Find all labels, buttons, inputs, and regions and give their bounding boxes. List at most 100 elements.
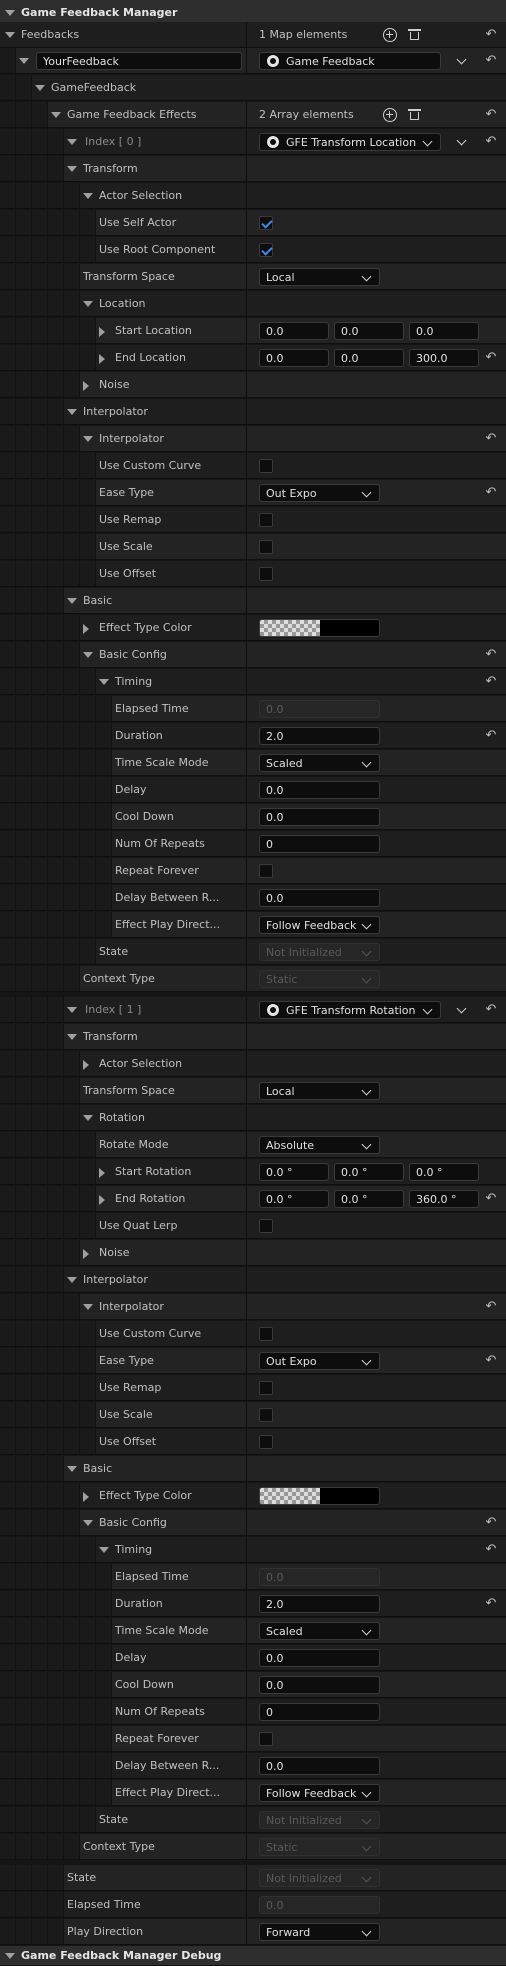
- expand-triangle-icon[interactable]: [67, 1466, 77, 1472]
- effect-asset-combo[interactable]: GFE Transform Rotation: [259, 1001, 441, 1019]
- expand-triangle-icon[interactable]: [99, 327, 105, 337]
- duration-field[interactable]: 2.0: [259, 1595, 380, 1613]
- use-custom-curve-checkbox[interactable]: [259, 1327, 273, 1341]
- reset-arrow-icon[interactable]: ↶: [484, 1300, 498, 1314]
- reset-arrow-icon[interactable]: ↶: [484, 351, 498, 365]
- trash-icon[interactable]: [408, 108, 421, 121]
- expand-triangle-icon[interactable]: [83, 1249, 89, 1259]
- reset-arrow-icon[interactable]: ↶: [484, 1003, 498, 1017]
- effect-asset-combo[interactable]: GFE Transform Location: [259, 133, 441, 151]
- expand-triangle-icon[interactable]: [67, 409, 77, 415]
- expand-triangle-icon[interactable]: [51, 112, 61, 118]
- reset-arrow-icon[interactable]: ↶: [484, 1192, 498, 1206]
- reset-arrow-icon[interactable]: ↶: [484, 108, 498, 122]
- use-custom-curve-checkbox[interactable]: [259, 459, 273, 473]
- use-scale-checkbox[interactable]: [259, 1408, 273, 1422]
- reset-arrow-icon[interactable]: ↶: [484, 28, 498, 42]
- start-rotation-x-field[interactable]: 0.0 °: [259, 1163, 329, 1181]
- rotate-mode-combo[interactable]: Absolute: [259, 1136, 380, 1154]
- end-rotation-y-field[interactable]: 0.0 °: [334, 1190, 404, 1208]
- time-scale-mode-combo[interactable]: Scaled: [259, 754, 380, 772]
- reset-arrow-icon[interactable]: ↶: [484, 675, 498, 689]
- expand-triangle-icon[interactable]: [99, 679, 109, 685]
- add-element-icon[interactable]: [383, 108, 397, 122]
- use-root-component-checkbox[interactable]: [259, 243, 273, 257]
- color-swatch[interactable]: [259, 1487, 380, 1505]
- use-remap-checkbox[interactable]: [259, 1381, 273, 1395]
- effect-play-direction-combo[interactable]: Follow Feedback: [259, 1784, 380, 1802]
- expand-triangle-icon[interactable]: [83, 1060, 89, 1070]
- section-header-debug[interactable]: Game Feedback Manager Debug: [0, 1946, 506, 1966]
- expand-triangle-icon[interactable]: [99, 1547, 109, 1553]
- start-location-x-field[interactable]: 0.0: [259, 322, 329, 340]
- use-scale-checkbox[interactable]: [259, 540, 273, 554]
- delay-field[interactable]: 0.0: [259, 1649, 380, 1667]
- expand-triangle-icon[interactable]: [83, 193, 93, 199]
- expand-triangle-icon[interactable]: [67, 166, 77, 172]
- delay-between-repeats-field[interactable]: 0.0: [259, 889, 380, 907]
- expand-triangle-icon[interactable]: [67, 1277, 77, 1283]
- expand-triangle-icon[interactable]: [83, 381, 89, 391]
- expand-triangle-icon[interactable]: [83, 1115, 93, 1121]
- expand-triangle-icon[interactable]: [67, 1034, 77, 1040]
- reset-arrow-icon[interactable]: ↶: [484, 1597, 498, 1611]
- play-direction-combo[interactable]: Forward: [259, 1923, 380, 1941]
- reset-arrow-icon[interactable]: ↶: [484, 648, 498, 662]
- cool-down-field[interactable]: 0.0: [259, 808, 380, 826]
- end-location-z-field[interactable]: 300.0: [409, 349, 479, 367]
- cool-down-field[interactable]: 0.0: [259, 1676, 380, 1694]
- use-offset-checkbox[interactable]: [259, 567, 273, 581]
- transform-space-combo[interactable]: Local: [259, 1082, 380, 1100]
- expand-triangle-icon[interactable]: [83, 1520, 93, 1526]
- expand-triangle-icon[interactable]: [5, 32, 15, 38]
- end-rotation-z-field[interactable]: 360.0 °: [409, 1190, 479, 1208]
- delay-field[interactable]: 0.0: [259, 781, 380, 799]
- expand-triangle-icon[interactable]: [83, 652, 93, 658]
- expand-triangle-icon[interactable]: [83, 1304, 93, 1310]
- expand-triangle-icon[interactable]: [5, 10, 15, 16]
- reset-arrow-icon[interactable]: ↶: [484, 1516, 498, 1530]
- end-rotation-x-field[interactable]: 0.0 °: [259, 1190, 329, 1208]
- delay-between-repeats-field[interactable]: 0.0: [259, 1757, 380, 1775]
- expand-triangle-icon[interactable]: [83, 624, 89, 634]
- expand-triangle-icon[interactable]: [19, 58, 29, 64]
- reset-arrow-icon[interactable]: ↶: [484, 432, 498, 446]
- chevron-down-icon[interactable]: [456, 54, 467, 65]
- reset-arrow-icon[interactable]: ↶: [484, 54, 498, 68]
- start-location-y-field[interactable]: 0.0: [334, 322, 404, 340]
- chevron-down-icon[interactable]: [456, 135, 467, 146]
- expand-triangle-icon[interactable]: [83, 301, 93, 307]
- duration-field[interactable]: 2.0: [259, 727, 380, 745]
- expand-triangle-icon[interactable]: [67, 139, 77, 145]
- use-offset-checkbox[interactable]: [259, 1435, 273, 1449]
- add-element-icon[interactable]: [383, 28, 397, 42]
- color-swatch[interactable]: [259, 619, 380, 637]
- chevron-down-icon[interactable]: [456, 1003, 467, 1014]
- ease-type-combo[interactable]: Out Expo: [259, 1352, 380, 1370]
- start-rotation-z-field[interactable]: 0.0 °: [409, 1163, 479, 1181]
- expand-triangle-icon[interactable]: [83, 1492, 89, 1502]
- expand-triangle-icon[interactable]: [35, 85, 45, 91]
- start-rotation-y-field[interactable]: 0.0 °: [334, 1163, 404, 1181]
- expand-triangle-icon[interactable]: [99, 1195, 105, 1205]
- repeat-forever-checkbox[interactable]: [259, 864, 273, 878]
- map-value-combo[interactable]: Game Feedback: [259, 52, 441, 70]
- expand-triangle-icon[interactable]: [83, 436, 93, 442]
- expand-triangle-icon[interactable]: [67, 1007, 77, 1013]
- expand-triangle-icon[interactable]: [5, 1953, 15, 1959]
- num-repeats-field[interactable]: 0: [259, 835, 380, 853]
- start-location-z-field[interactable]: 0.0: [409, 322, 479, 340]
- end-location-y-field[interactable]: 0.0: [334, 349, 404, 367]
- end-location-x-field[interactable]: 0.0: [259, 349, 329, 367]
- reset-arrow-icon[interactable]: ↶: [484, 729, 498, 743]
- reset-arrow-icon[interactable]: ↶: [484, 1354, 498, 1368]
- repeat-forever-checkbox[interactable]: [259, 1732, 273, 1746]
- map-key-input[interactable]: YourFeedback: [36, 52, 242, 70]
- reset-arrow-icon[interactable]: ↶: [484, 1543, 498, 1557]
- expand-triangle-icon[interactable]: [99, 1168, 105, 1178]
- use-self-actor-checkbox[interactable]: [259, 216, 273, 230]
- transform-space-combo[interactable]: Local: [259, 268, 380, 286]
- effect-play-direction-combo[interactable]: Follow Feedback: [259, 916, 380, 934]
- reset-arrow-icon[interactable]: ↶: [484, 486, 498, 500]
- expand-triangle-icon[interactable]: [67, 598, 77, 604]
